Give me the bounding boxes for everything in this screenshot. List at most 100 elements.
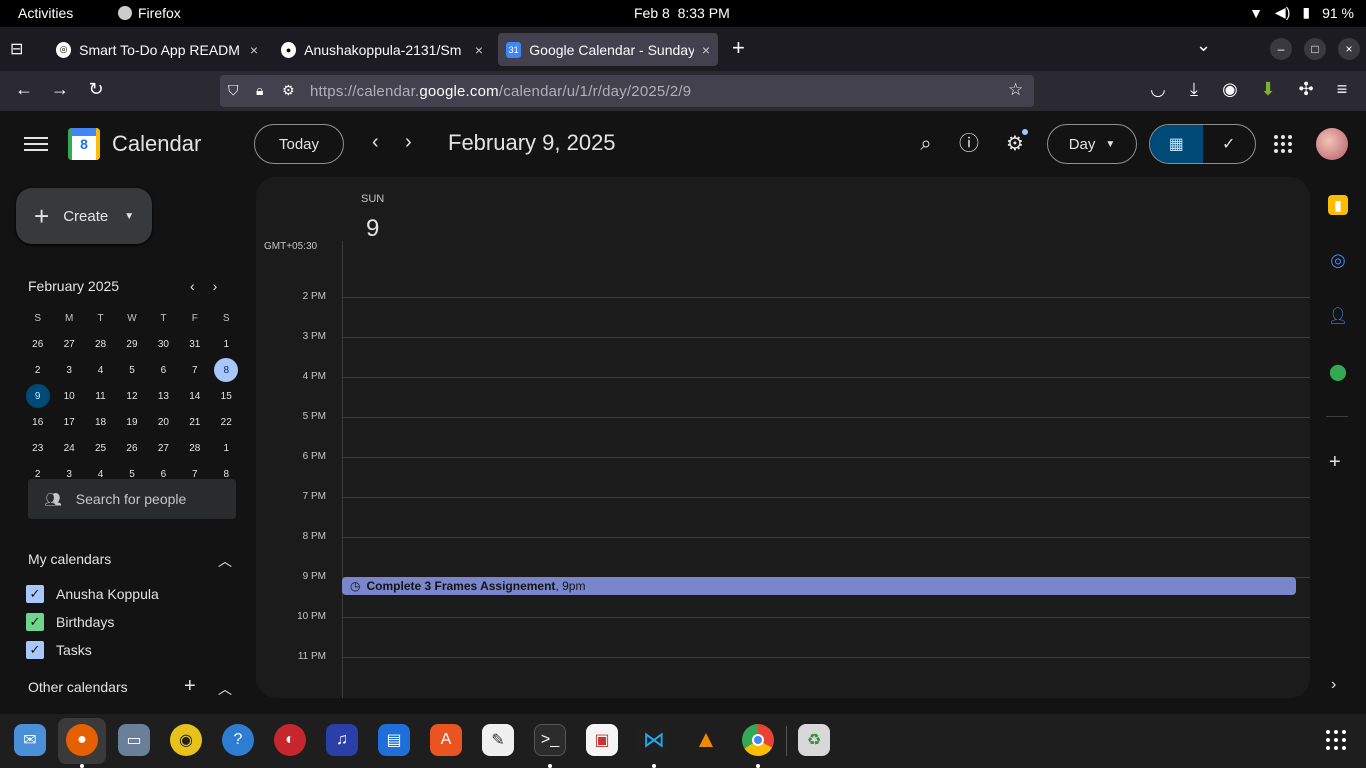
rhythmbox-icon[interactable]: ◉ xyxy=(170,724,202,756)
mini-calendar-day[interactable]: 28 xyxy=(85,331,116,357)
other-calendars-heading[interactable]: Other calendars xyxy=(28,679,128,695)
mini-next-icon[interactable]: › xyxy=(213,278,218,294)
activities-button[interactable]: Activities xyxy=(18,5,73,21)
mini-calendar-day[interactable]: 27 xyxy=(53,331,84,357)
maximize-button[interactable]: □ xyxy=(1304,38,1326,60)
mini-calendar-day[interactable]: 27 xyxy=(148,435,179,461)
show-apps-icon[interactable] xyxy=(1326,730,1346,750)
mini-calendar-day[interactable]: 18 xyxy=(85,409,116,435)
tab-github[interactable]: ● Anushakoppula-2131/Sm × xyxy=(273,33,491,66)
checkbox-icon[interactable]: ✓ xyxy=(26,641,44,659)
maps-icon[interactable]: ⬤ xyxy=(1328,362,1348,382)
system-tray[interactable]: ▼ ◀) ▮ 91 % xyxy=(1249,4,1354,21)
mini-calendar-day[interactable]: 29 xyxy=(116,331,147,357)
tasks-icon[interactable]: ◎ xyxy=(1328,250,1348,270)
mini-prev-icon[interactable]: ‹ xyxy=(190,278,195,294)
google-apps-icon[interactable] xyxy=(1274,135,1292,153)
mini-calendar-day[interactable]: 22 xyxy=(211,409,242,435)
tab-close-icon[interactable]: × xyxy=(702,42,710,58)
mini-calendar-day[interactable]: 30 xyxy=(148,331,179,357)
firefox-view-icon[interactable]: ⊟ xyxy=(10,39,23,59)
search-people-input[interactable]: 👥︎ Search for people xyxy=(28,479,236,519)
new-tab-button[interactable]: + xyxy=(732,35,745,61)
mini-calendar-day[interactable]: 12 xyxy=(116,383,147,409)
mini-calendar-day[interactable]: 21 xyxy=(179,409,210,435)
forward-icon[interactable]: → xyxy=(48,79,72,100)
event-chip[interactable]: ◷ Complete 3 Frames Assignement, 9pm xyxy=(342,577,1296,595)
app-title[interactable]: Calendar xyxy=(112,131,201,157)
mini-calendar-day[interactable]: 31 xyxy=(179,331,210,357)
shield-icon[interactable]: ⛉ xyxy=(228,82,239,99)
mini-calendar-day[interactable]: 26 xyxy=(22,331,53,357)
mini-calendar-day[interactable]: 4 xyxy=(85,357,116,383)
tab-close-icon[interactable]: × xyxy=(250,42,258,58)
mini-calendar-day[interactable]: 9 xyxy=(22,383,53,409)
clock[interactable]: Feb 8 8:33 PM xyxy=(634,5,730,21)
mini-calendar-day[interactable]: 3 xyxy=(53,357,84,383)
list-all-tabs-button[interactable]: ⌄ xyxy=(1196,35,1211,56)
main-menu-icon[interactable] xyxy=(24,133,48,153)
create-button[interactable]: + Create ▼ xyxy=(16,188,152,244)
document-viewer-icon[interactable]: ▣ xyxy=(586,724,618,756)
vlc-icon[interactable]: ▲ xyxy=(690,724,722,756)
mini-calendar-day[interactable]: 19 xyxy=(116,409,147,435)
chevron-up-icon[interactable]: ︿ xyxy=(218,551,232,571)
extensions-icon[interactable]: ✣ xyxy=(1294,79,1318,100)
mini-calendar-day[interactable]: 24 xyxy=(53,435,84,461)
calendar-view-icon[interactable]: ▦ xyxy=(1150,125,1203,163)
settings-gear-icon[interactable]: ⚙ xyxy=(1003,132,1027,156)
mini-calendar-day[interactable]: 7 xyxy=(179,357,210,383)
mini-calendar-day[interactable]: 2 xyxy=(22,357,53,383)
mini-calendar-day[interactable]: 15 xyxy=(211,383,242,409)
mini-calendar-day[interactable]: 14 xyxy=(179,383,210,409)
checkbox-icon[interactable]: ✓ xyxy=(26,585,44,603)
today-button[interactable]: Today xyxy=(254,124,344,164)
mini-calendar-day[interactable]: 26 xyxy=(116,435,147,461)
tab-google-calendar[interactable]: 31 Google Calendar - Sunday × xyxy=(498,33,718,66)
tab-close-icon[interactable]: × xyxy=(475,42,483,58)
view-selector[interactable]: Day ▼ xyxy=(1047,124,1137,164)
pocket-icon[interactable]: ◡ xyxy=(1146,79,1170,100)
calendar-logo[interactable]: 8 xyxy=(68,128,100,160)
vscode-icon[interactable]: ⋈ xyxy=(638,724,670,756)
bookmark-star-icon[interactable]: ☆ xyxy=(1008,80,1023,100)
mini-calendar-day[interactable]: 17 xyxy=(53,409,84,435)
minimize-button[interactable]: – xyxy=(1270,38,1292,60)
calendar-item-anusha[interactable]: ✓ Anusha Koppula xyxy=(26,585,159,603)
keep-icon[interactable]: ▮ xyxy=(1328,195,1348,215)
downloads-icon[interactable]: ⤓ xyxy=(1182,79,1206,100)
menu-icon[interactable]: ≡ xyxy=(1330,79,1354,100)
url-bar[interactable]: ⛉ 🔒︎ ⚙ https://calendar.google.com/calen… xyxy=(220,75,1034,107)
mini-calendar-day[interactable]: 1 xyxy=(211,331,242,357)
extension-download-icon[interactable]: ⬇ xyxy=(1256,79,1280,100)
next-day-button[interactable]: › xyxy=(405,132,412,152)
mini-calendar-day[interactable]: 28 xyxy=(179,435,210,461)
day-number[interactable]: 9 xyxy=(366,215,379,243)
mini-calendar-day[interactable]: 5 xyxy=(116,357,147,383)
mini-calendar-day[interactable]: 13 xyxy=(148,383,179,409)
close-window-button[interactable]: × xyxy=(1338,38,1360,60)
mini-calendar-day[interactable]: 11 xyxy=(85,383,116,409)
reload-icon[interactable]: ↻ xyxy=(84,79,108,100)
previous-day-button[interactable]: ‹ xyxy=(372,132,379,152)
mini-calendar-day[interactable]: 25 xyxy=(85,435,116,461)
writer-icon[interactable]: ▤ xyxy=(378,724,410,756)
mini-calendar-day[interactable]: 6 xyxy=(148,357,179,383)
text-editor-icon[interactable]: ✎ xyxy=(482,724,514,756)
add-calendar-icon[interactable]: + xyxy=(184,675,196,698)
mini-calendar-day[interactable]: 16 xyxy=(22,409,53,435)
firefox-icon[interactable]: ● xyxy=(66,724,98,756)
avatar[interactable] xyxy=(1316,128,1348,160)
help-icon[interactable]: ⓘ xyxy=(957,132,981,156)
lock-icon[interactable]: 🔒︎ xyxy=(256,82,263,99)
mini-calendar-day[interactable]: 8 xyxy=(211,357,242,383)
expand-panel-icon[interactable]: › xyxy=(1331,676,1336,694)
mini-calendar-day[interactable]: 20 xyxy=(148,409,179,435)
app-icon[interactable]: ◐ xyxy=(274,724,306,756)
mini-calendar-day[interactable]: 10 xyxy=(53,383,84,409)
trash-icon[interactable]: ♻ xyxy=(798,724,830,756)
permissions-icon[interactable]: ⚙ xyxy=(282,82,295,99)
help-icon[interactable]: ? xyxy=(222,724,254,756)
search-icon[interactable]: ⌕ xyxy=(914,132,938,156)
contacts-icon[interactable]: 👤︎ xyxy=(1328,306,1348,326)
